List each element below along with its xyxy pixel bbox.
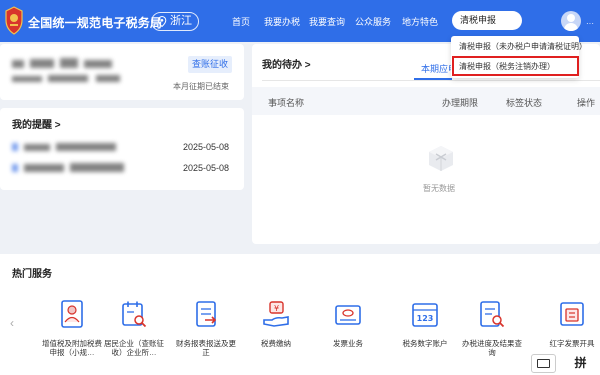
- column-header-item: 事项名称: [268, 98, 305, 108]
- service-label: 税务数字账户: [402, 339, 448, 348]
- nav-public-service[interactable]: 公众服务: [355, 15, 391, 28]
- svg-text:¥: ¥: [274, 304, 279, 313]
- svg-text:123: 123: [417, 314, 434, 323]
- progress-search-icon: [480, 301, 505, 328]
- service-item-progress-query[interactable]: 办税进度及结果查询: [460, 300, 524, 357]
- service-item-vat-declaration[interactable]: 增值税及附加税费申报（小规…: [40, 300, 104, 357]
- site-title: 全国统一规范电子税务局: [28, 16, 163, 30]
- person-document-icon: [61, 300, 83, 328]
- calendar-search-icon: [122, 301, 147, 328]
- region-selector[interactable]: 浙江: [151, 12, 199, 31]
- tax-emblem-icon: [5, 6, 23, 35]
- redacted-text: [60, 58, 78, 68]
- column-header-action: 操作: [577, 98, 596, 108]
- service-item-red-invoice[interactable]: 红字发票开具: [540, 300, 600, 348]
- redacted-text: [12, 143, 18, 151]
- redacted-text: [48, 75, 88, 82]
- report-icon: [196, 301, 217, 327]
- redacted-text: [24, 164, 64, 172]
- number-account-icon: 123: [412, 303, 438, 327]
- reminders-title[interactable]: 我的提醒 >: [12, 116, 61, 131]
- red-invoice-icon: [560, 302, 584, 326]
- highlight-box: [452, 56, 579, 76]
- service-label: 增值税及附加税费申报（小规…: [42, 339, 102, 357]
- service-item-tax-payment[interactable]: ¥ 税费缴纳: [244, 300, 308, 348]
- more-menu-icon[interactable]: ···: [586, 19, 594, 28]
- service-label: 财务报表报送及更正: [176, 339, 236, 357]
- redacted-text: [30, 59, 54, 68]
- service-item-financial-report[interactable]: 财务报表报送及更正: [174, 300, 238, 357]
- redacted-text: [24, 144, 50, 151]
- avatar-body: [564, 23, 578, 31]
- period-status: 本月征期已结束: [173, 82, 229, 91]
- reminder-date: 2025-05-08: [183, 163, 230, 173]
- nav-query[interactable]: 我要查询: [309, 15, 345, 28]
- keyboard-icon: [537, 359, 550, 368]
- hand-coin-icon: ¥: [263, 301, 289, 327]
- service-item-income-tax[interactable]: 居民企业（查账征收）企业所…: [102, 300, 166, 357]
- redacted-text: [56, 143, 116, 151]
- service-label: 办税进度及结果查询: [462, 339, 522, 357]
- empty-box-icon: [429, 146, 453, 171]
- avatar[interactable]: [561, 11, 581, 31]
- avatar-head: [567, 14, 575, 22]
- region-label: 浙江: [170, 15, 192, 27]
- tab-divider: [262, 80, 600, 81]
- redacted-text: [96, 75, 120, 82]
- search-input[interactable]: 清税申报: [452, 11, 522, 30]
- column-header-deadline: 办理期限: [442, 98, 479, 108]
- suggestion-item[interactable]: 清税申报（未办税户申请清税证明）: [459, 41, 587, 52]
- nav-local-features[interactable]: 地方特色: [402, 15, 438, 28]
- invoice-icon: [335, 305, 361, 325]
- tab-active-indicator: [414, 78, 452, 80]
- search-input-value: 清税申报: [460, 15, 497, 25]
- nav-home[interactable]: 首页: [232, 15, 250, 28]
- service-label: 税费缴纳: [261, 339, 291, 348]
- service-item-invoice[interactable]: 发票业务: [316, 300, 380, 348]
- service-item-digital-account[interactable]: 123 税务数字账户: [393, 300, 457, 348]
- redacted-text: [70, 163, 124, 172]
- hot-services-title: 热门服务: [12, 269, 52, 280]
- service-label: 居民企业（查账征收）企业所…: [104, 339, 164, 357]
- tax-type-button[interactable]: 查账征收: [188, 56, 232, 73]
- table-header: [252, 87, 600, 115]
- pinyin-input-button[interactable]: 拼: [563, 354, 598, 373]
- service-label: 红字发票开具: [549, 339, 595, 348]
- column-header-status: 标签状态: [506, 98, 543, 108]
- service-label: 发票业务: [333, 339, 363, 348]
- chevron-left-icon[interactable]: ‹: [10, 316, 14, 330]
- reminder-date: 2025-05-08: [183, 142, 230, 152]
- location-pin-icon: [157, 16, 167, 27]
- keyboard-toggle-button[interactable]: [531, 354, 556, 373]
- nav-tax-handling[interactable]: 我要办税: [264, 15, 300, 28]
- redacted-text: [84, 60, 112, 68]
- todo-title[interactable]: 我的待办 >: [262, 56, 311, 71]
- redacted-text: [12, 60, 24, 68]
- redacted-text: [12, 164, 18, 172]
- empty-state-text: 暂无数据: [423, 184, 455, 193]
- redacted-text: [12, 76, 42, 82]
